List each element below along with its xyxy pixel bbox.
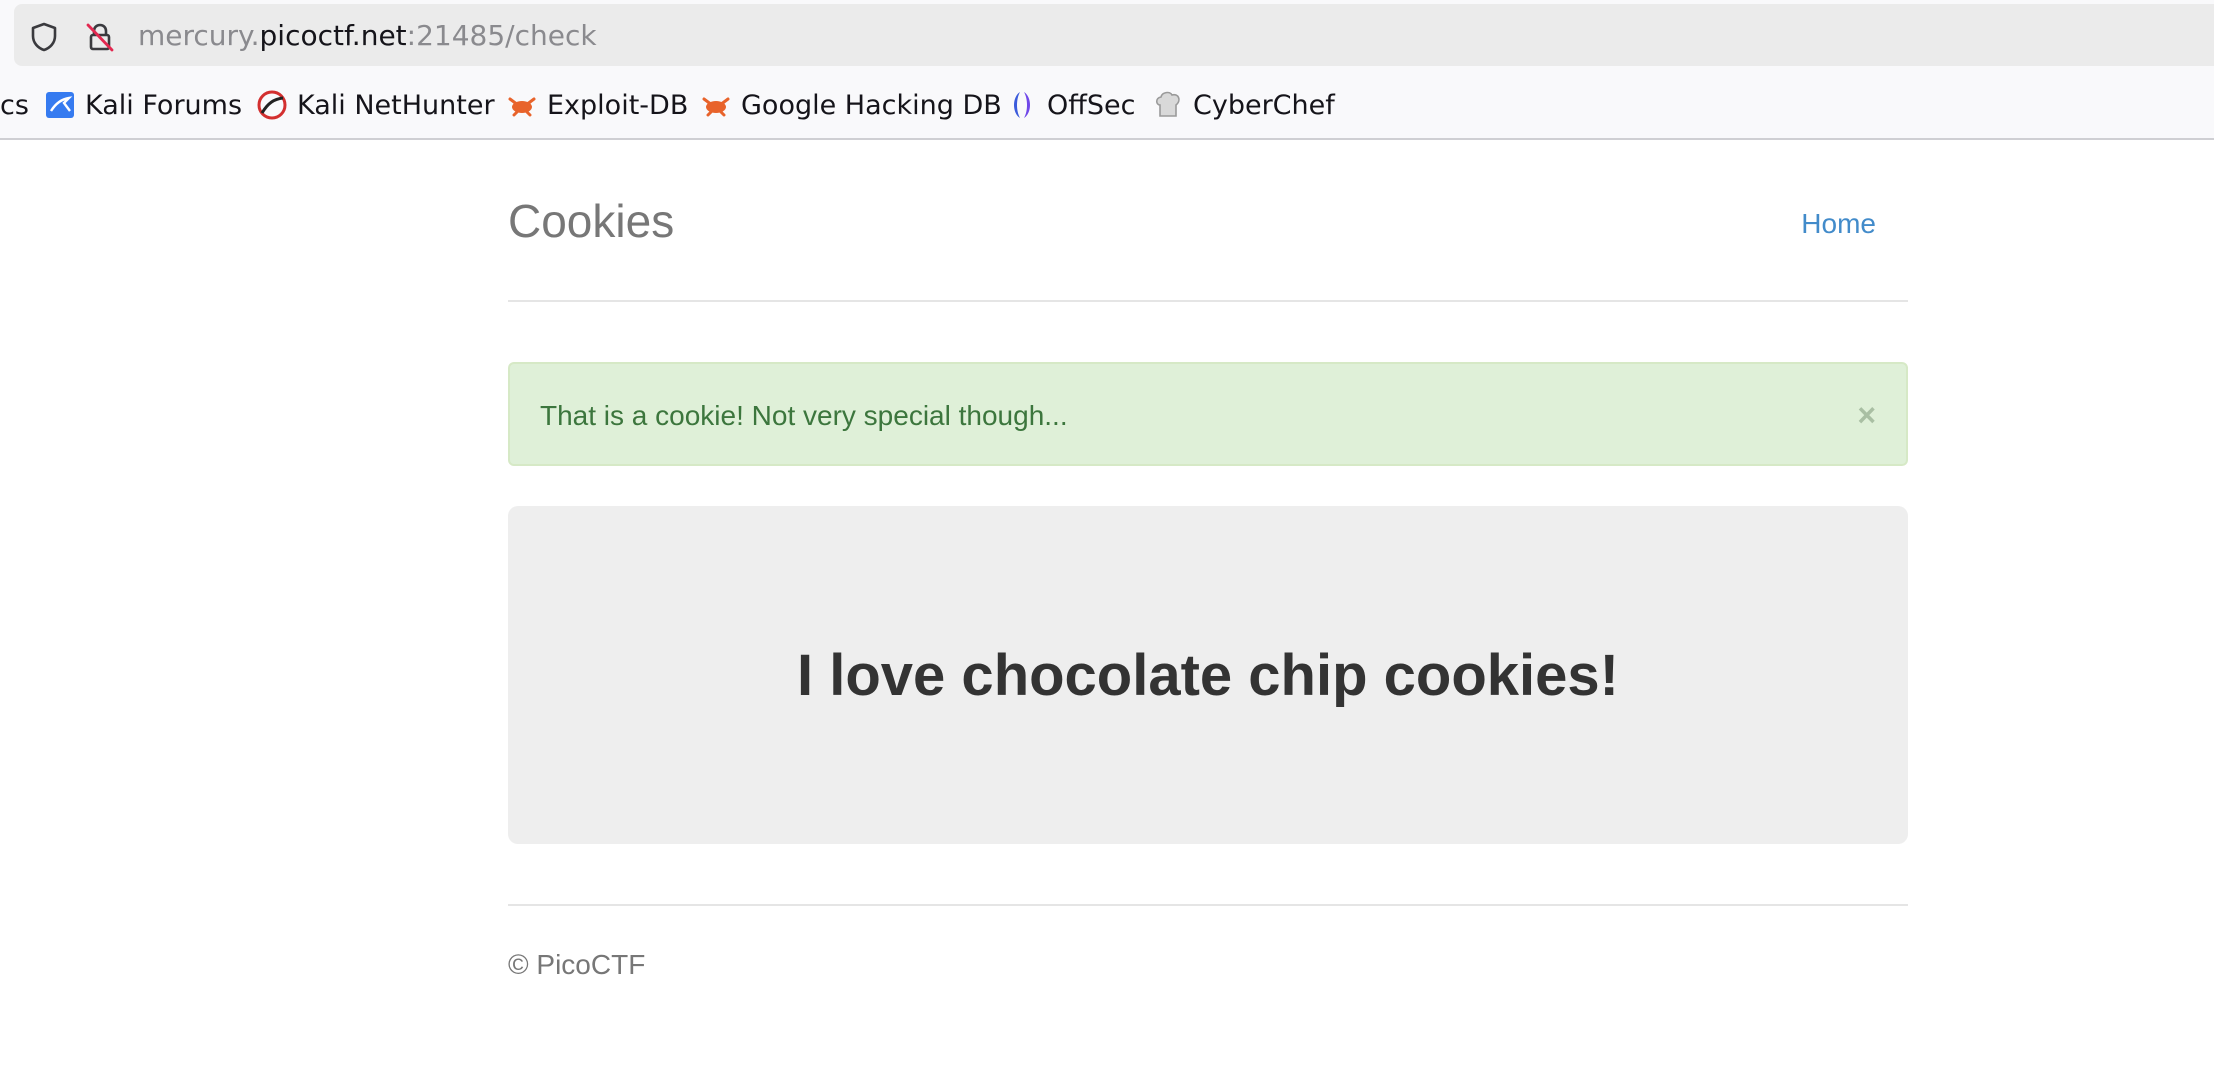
- browser-toolbar: mercury.picoctf.net:21485/check: [0, 0, 2214, 70]
- bookmark-label: Google Hacking DB: [741, 89, 1002, 121]
- offsec-icon: [1006, 89, 1038, 121]
- bookmark-google-hacking-db[interactable]: Google Hacking DB: [700, 87, 1002, 123]
- bookmark-exploit-db[interactable]: Exploit-DB: [506, 87, 688, 123]
- bookmark-kali-nethunter[interactable]: Kali NetHunter: [256, 87, 495, 123]
- jumbotron: I love chocolate chip cookies!: [508, 506, 1908, 844]
- shield-icon[interactable]: [28, 21, 60, 53]
- google-hacking-db-icon: [700, 89, 732, 121]
- success-alert: That is a cookie! Not very special thoug…: [508, 362, 1908, 466]
- page-content: Cookies Home That is a cookie! Not very …: [0, 140, 2214, 1090]
- bookmark-label: OffSec: [1047, 89, 1136, 121]
- url-text[interactable]: mercury.picoctf.net:21485/check: [138, 19, 597, 53]
- address-bar[interactable]: mercury.picoctf.net:21485/check: [14, 4, 2214, 66]
- url-domain: picoctf.net: [259, 19, 407, 52]
- bookmark-partial[interactable]: cs: [0, 87, 29, 123]
- alert-message: That is a cookie! Not very special thoug…: [540, 400, 1068, 431]
- exploit-db-icon: [506, 89, 538, 121]
- kali-forums-icon: [44, 89, 76, 121]
- bookmark-label: Kali NetHunter: [297, 89, 495, 121]
- bookmark-label: Exploit-DB: [547, 89, 689, 121]
- cyberchef-icon: [1152, 89, 1184, 121]
- bookmark-label: CyberChef: [1193, 89, 1335, 121]
- bookmark-label: Kali Forums: [85, 89, 243, 121]
- site-footer: © PicoCTF: [508, 904, 1908, 1004]
- bookmark-offsec[interactable]: OffSec: [1006, 87, 1135, 123]
- site-brand: Cookies: [508, 195, 675, 247]
- footer-copyright: © PicoCTF: [508, 949, 646, 980]
- jumbotron-title: I love chocolate chip cookies!: [797, 643, 1619, 708]
- insecure-lock-icon[interactable]: [84, 21, 116, 53]
- bookmark-kali-forums[interactable]: Kali Forums: [44, 87, 242, 123]
- kali-nethunter-icon: [256, 89, 288, 121]
- close-icon[interactable]: ×: [1857, 398, 1876, 432]
- site-header: Cookies Home: [508, 140, 1908, 302]
- bookmarks-toolbar: cs Kali Forums Kali NetHunter Exploit-DB: [0, 70, 2214, 140]
- bookmark-cyberchef[interactable]: CyberChef: [1152, 87, 1335, 123]
- nav-home-link[interactable]: Home: [1801, 207, 1876, 241]
- bookmark-label: cs: [0, 89, 29, 121]
